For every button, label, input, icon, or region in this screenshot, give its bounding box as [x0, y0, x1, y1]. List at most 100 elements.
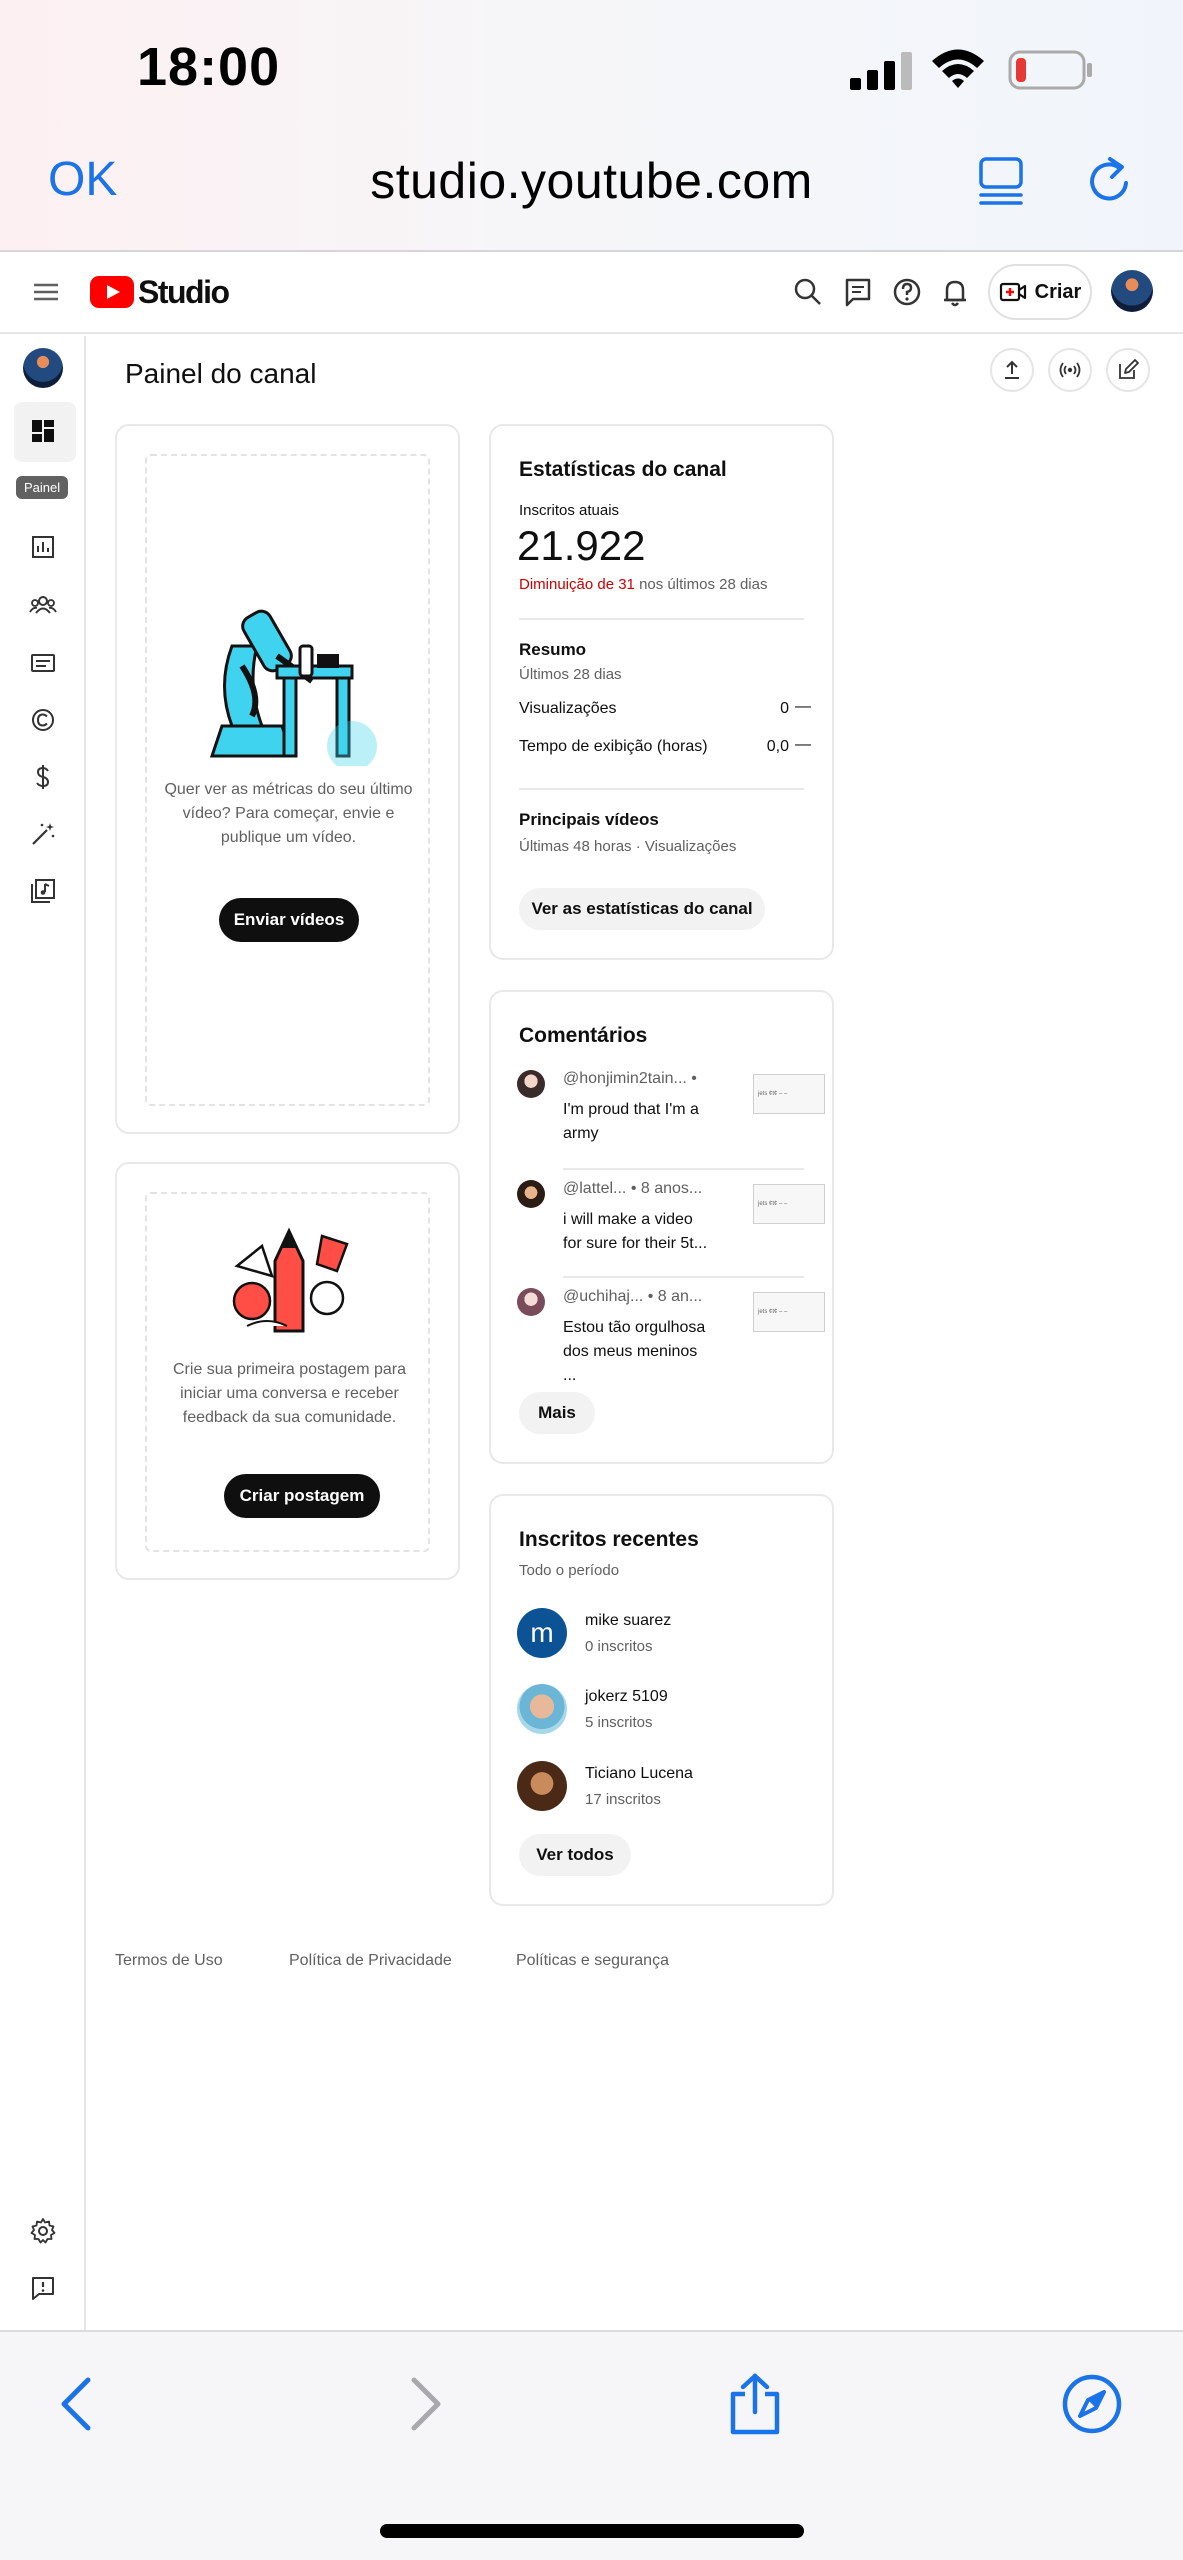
- comment-author: @lattel... • 8 anos...: [563, 1180, 703, 1197]
- dashboard-icon[interactable]: [28, 416, 58, 446]
- divider: [563, 1168, 804, 1170]
- subscriber-avatar: m: [517, 1608, 567, 1658]
- more-comments-button[interactable]: Mais: [519, 1392, 595, 1434]
- community-icon[interactable]: [28, 590, 58, 620]
- create-button[interactable]: Criar: [988, 264, 1092, 320]
- studio-logo[interactable]: Studio: [90, 272, 230, 312]
- back-chevron-icon[interactable]: [48, 2372, 112, 2436]
- policies-link[interactable]: Políticas e segurança: [516, 1952, 669, 1970]
- create-post-button[interactable]: [1106, 348, 1150, 392]
- upload-videos-button[interactable]: Enviar vídeos: [219, 898, 359, 942]
- subscriber-count: 17 inscritos: [585, 1791, 661, 1808]
- terms-link[interactable]: Termos de Uso: [115, 1952, 223, 1970]
- live-broadcast-icon: [1059, 362, 1081, 378]
- recent-subs-title: Inscritos recentes: [519, 1528, 699, 1551]
- summary-period: Últimos 28 dias: [519, 666, 622, 683]
- microscope-illustration-icon: [209, 609, 377, 766]
- subtitles-icon[interactable]: [28, 648, 58, 678]
- comment-text: Estou tão orgulhosa dos meus meninos ...: [563, 1319, 706, 1384]
- go-live-button[interactable]: [1048, 348, 1092, 392]
- subscriber-count: 5 inscritos: [585, 1714, 653, 1731]
- create-post-text: Crie sua primeira postagem para iniciar …: [173, 1361, 406, 1426]
- subscriber-name: mike suarez: [585, 1612, 672, 1629]
- view-channel-stats-button[interactable]: Ver as estatísticas do canal: [519, 888, 765, 930]
- account-avatar[interactable]: [1111, 270, 1153, 312]
- logo-text: Studio: [138, 273, 230, 310]
- comment-author: @uchihaj... • 8 an...: [563, 1288, 703, 1305]
- help-icon[interactable]: [889, 274, 925, 310]
- views-label: Visualizações: [519, 700, 617, 717]
- views-value: 0: [780, 700, 789, 717]
- view-all-subscribers-button[interactable]: Ver todos: [519, 1834, 631, 1876]
- forward-chevron-icon[interactable]: [390, 2372, 454, 2436]
- menu-icon[interactable]: [30, 276, 62, 308]
- comment-item[interactable]: @uchihaj... • 8 an... Estou tão orgulhos…: [517, 1288, 825, 1384]
- edit-pencil-icon: [1119, 359, 1139, 379]
- feedback-comment-icon[interactable]: [840, 274, 876, 310]
- notifications-bell-icon[interactable]: [937, 274, 973, 310]
- upload-video-text: Quer ver as métricas do seu último vídeo…: [164, 781, 413, 846]
- upload-button[interactable]: [990, 348, 1034, 392]
- current-subs-label: Inscritos atuais: [519, 502, 620, 519]
- comments-title: Comentários: [519, 1024, 648, 1047]
- create-label: Criar: [1034, 280, 1082, 303]
- send-feedback-icon[interactable]: [28, 2273, 58, 2303]
- channel-avatar[interactable]: [23, 348, 63, 388]
- wifi-icon: [932, 49, 984, 88]
- stats-title: Estatísticas do canal: [519, 458, 727, 481]
- commenter-avatar: [517, 1180, 545, 1208]
- create-video-icon: [999, 282, 1026, 302]
- divider: [519, 618, 804, 620]
- upload-icon: [1005, 360, 1019, 379]
- cellular-signal-icon: [850, 52, 912, 90]
- home-indicator: [380, 2524, 804, 2538]
- reload-icon[interactable]: [1082, 153, 1138, 209]
- customization-wand-icon[interactable]: [28, 819, 58, 849]
- privacy-link[interactable]: Política de Privacidade: [289, 1952, 452, 1970]
- page-title: Painel do canal: [125, 358, 317, 389]
- commenter-avatar: [517, 1288, 545, 1316]
- youtube-play-icon: [90, 276, 134, 308]
- search-icon[interactable]: [790, 274, 826, 310]
- video-thumbnail: jets ¢t¢ – –: [753, 1184, 825, 1224]
- summary-title: Resumo: [519, 640, 587, 659]
- comment-text: I'm proud that I'm a army: [563, 1101, 699, 1142]
- share-icon[interactable]: [723, 2372, 787, 2436]
- earn-dollar-icon[interactable]: [28, 762, 58, 792]
- channel-stats-card: Estatísticas do canal Inscritos atuais 2…: [489, 424, 834, 960]
- upload-video-card: Quer ver as métricas do seu último vídeo…: [115, 424, 460, 1134]
- copyright-icon[interactable]: [28, 705, 58, 735]
- analytics-icon[interactable]: [28, 532, 58, 562]
- compass-safari-icon[interactable]: [1060, 2372, 1124, 2436]
- watch-time-trend: —: [795, 736, 811, 753]
- current-subs-value: 21.922: [517, 522, 646, 569]
- video-thumbnail: jets ¢t¢ – –: [753, 1074, 825, 1114]
- top-videos-period: Últimas 48 horas · Visualizações: [519, 838, 737, 855]
- comment-text: i will make a video for sure for their 5…: [563, 1211, 708, 1252]
- subs-change-period: nos últimos 28 dias: [634, 576, 768, 593]
- views-trend: —: [795, 698, 811, 715]
- audio-library-icon[interactable]: [28, 876, 58, 906]
- tabs-icon[interactable]: [975, 155, 1027, 207]
- status-time: 18:00: [137, 37, 281, 97]
- comment-author: @honjimin2tain... •: [563, 1070, 697, 1087]
- subscriber-avatar: [517, 1684, 567, 1734]
- comment-item[interactable]: @lattel... • 8 anos... i will make a vid…: [517, 1180, 825, 1270]
- divider: [519, 788, 804, 790]
- divider: [563, 1276, 804, 1278]
- create-post-cta-button[interactable]: Criar postagem: [224, 1474, 380, 1518]
- watch-time-label: Tempo de exibição (horas): [519, 738, 708, 755]
- recent-subscribers-card: Inscritos recentes Todo o período m mike…: [489, 1494, 834, 1906]
- subscriber-name: jokerz 5109: [585, 1688, 668, 1705]
- ios-top-bar: 18:00 OK studio.youtube.com: [0, 0, 1183, 252]
- top-videos-title: Principais vídeos: [519, 810, 659, 829]
- watch-time-value: 0,0: [766, 738, 789, 755]
- subscriber-name: Ticiano Lucena: [585, 1765, 693, 1782]
- subscriber-count: 0 inscritos: [585, 1638, 653, 1655]
- create-post-card: Crie sua primeira postagem para iniciar …: [115, 1162, 460, 1580]
- comment-item[interactable]: @honjimin2tain... • I'm proud that I'm a…: [517, 1070, 825, 1160]
- comments-card: Comentários @honjimin2tain... • I'm prou…: [489, 990, 834, 1464]
- sidebar-tooltip: Painel: [16, 476, 69, 499]
- settings-gear-icon[interactable]: [28, 2216, 58, 2246]
- battery-icon: [1008, 50, 1092, 90]
